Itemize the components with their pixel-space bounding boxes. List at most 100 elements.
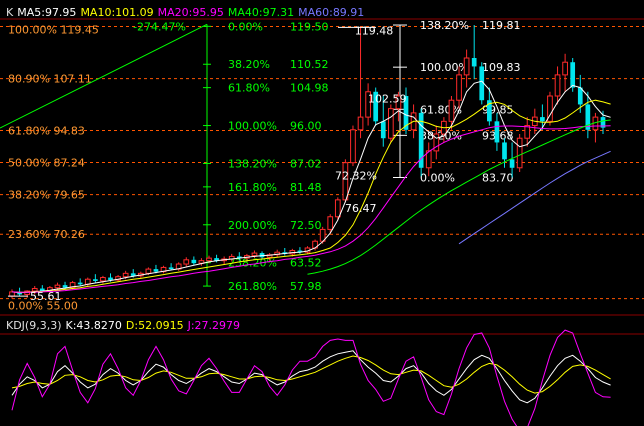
candle bbox=[516, 134, 523, 172]
candle-body bbox=[554, 74, 561, 97]
candle bbox=[282, 248, 288, 256]
stock-chart-window[interactable]: 100.00% 119.45 80.90% 107.11 61.80% 94.83 5… bbox=[0, 0, 644, 426]
candle-body bbox=[327, 216, 334, 230]
legend-item: K bbox=[6, 6, 14, 19]
candle-body bbox=[130, 273, 136, 276]
candle-body bbox=[122, 272, 129, 278]
candle bbox=[350, 125, 356, 167]
fib-percent-label: 100.00% bbox=[228, 120, 277, 133]
candle bbox=[297, 247, 303, 254]
candle bbox=[357, 26, 364, 139]
candle bbox=[547, 91, 553, 126]
candle-body bbox=[494, 121, 500, 143]
candle-body bbox=[350, 129, 356, 164]
candle bbox=[168, 263, 174, 270]
fib-percent-label: 61.80% bbox=[420, 103, 462, 116]
candle-body bbox=[448, 99, 455, 122]
fib-percent-label: 38.20% bbox=[228, 58, 270, 71]
fib-price-label: 87.02 bbox=[290, 157, 322, 170]
legend-item: J:27.2979 bbox=[187, 319, 241, 332]
price-annotation: 72.32% bbox=[335, 169, 377, 182]
candle-body bbox=[540, 117, 545, 122]
candle-body bbox=[387, 108, 394, 139]
candle-body bbox=[77, 282, 83, 285]
candle bbox=[160, 265, 167, 274]
fib-percent-label: 261.80% bbox=[228, 280, 277, 293]
candle bbox=[9, 289, 15, 299]
candle-body bbox=[153, 269, 159, 272]
legend-item: K:43.8270 bbox=[65, 319, 122, 332]
candle-body bbox=[516, 137, 523, 169]
fib-percent-label: 161.80% bbox=[228, 181, 277, 194]
fib-level-label: 50.00% 87.24 bbox=[8, 157, 85, 170]
fib-level-label: 38.20% 79.65 bbox=[8, 189, 85, 202]
price-annotation: 76.47 bbox=[345, 202, 377, 215]
fib-level-label: 23.60% 70.26 bbox=[8, 228, 85, 241]
candle bbox=[183, 257, 190, 267]
candle-body bbox=[108, 277, 113, 281]
candle-body bbox=[191, 259, 197, 264]
candle bbox=[494, 112, 500, 151]
fib-level-label: 100.00% 119.45 bbox=[8, 24, 99, 37]
fib-level-label: 61.80% 94.83 bbox=[8, 124, 85, 137]
legend-item: MA60:89.91 bbox=[298, 6, 365, 19]
candle-body bbox=[471, 58, 477, 67]
fib-angle-label: -274.47% bbox=[133, 20, 186, 33]
candle bbox=[175, 262, 182, 271]
candle bbox=[191, 256, 197, 265]
candle-body bbox=[54, 284, 61, 289]
fib-price-label: 96.00 bbox=[290, 120, 322, 133]
candle-body bbox=[456, 74, 462, 101]
fib-percent-label: 61.80% bbox=[228, 82, 270, 95]
fib-percent-label: 38.20% bbox=[420, 129, 462, 142]
fib-price-label: 109.83 bbox=[482, 61, 521, 74]
candle bbox=[592, 112, 599, 143]
legend-item: MA20:95.95 bbox=[157, 6, 224, 19]
candle bbox=[418, 108, 424, 177]
fib-price-label: 83.70 bbox=[482, 171, 514, 184]
candle bbox=[554, 66, 561, 105]
fib-price-label: 110.52 bbox=[290, 58, 329, 71]
fib-price-label: 81.48 bbox=[290, 181, 322, 194]
price-annotation: 119.48 bbox=[355, 24, 394, 37]
fib-price-label: 57.98 bbox=[290, 280, 322, 293]
candle bbox=[463, 49, 470, 88]
candle-body bbox=[100, 277, 106, 282]
fib-percent-label: 200.00% bbox=[228, 219, 277, 232]
fib-percent-label: 100.00% bbox=[420, 61, 469, 74]
candle bbox=[562, 53, 568, 92]
price-annotation: 102.59 bbox=[368, 93, 407, 106]
candle-body bbox=[509, 159, 515, 168]
fib-percent-label: 138.20% bbox=[420, 19, 469, 32]
candle-body bbox=[463, 57, 470, 76]
candle-body bbox=[570, 62, 576, 88]
fib-level-label: 80.90% 107.11 bbox=[8, 73, 92, 86]
fib-percent-label: 0.00% bbox=[228, 20, 263, 33]
candle-body bbox=[183, 259, 190, 265]
price-annotation: 55.61 bbox=[30, 290, 62, 303]
candle bbox=[24, 290, 31, 298]
candle-body bbox=[168, 267, 174, 270]
candle bbox=[77, 278, 83, 286]
candle-body bbox=[334, 199, 341, 218]
legend-item: D:52.0915 bbox=[125, 319, 184, 332]
candle-body bbox=[206, 257, 212, 262]
legend-item: MA10:101.09 bbox=[80, 6, 154, 19]
candle-body bbox=[92, 279, 98, 281]
fib-price-label: 119.81 bbox=[482, 19, 521, 32]
kdj-indicator-legend: KDJ(9,3,3) K:43.8270 D:52.0915 J:27.2979 bbox=[6, 319, 244, 332]
fib-price-label: 72.50 bbox=[290, 219, 322, 232]
kdj-line-d bbox=[11, 355, 611, 394]
candle-body bbox=[357, 116, 364, 131]
legend-item: MA5:97.95 bbox=[17, 6, 77, 19]
fib-price-label: 104.98 bbox=[290, 82, 329, 95]
fib-percent-label: 0.00% bbox=[420, 171, 455, 184]
ma-line-ma60 bbox=[458, 150, 611, 245]
fib-price-label: 119.50 bbox=[290, 20, 329, 33]
candle bbox=[540, 104, 545, 130]
candle bbox=[387, 104, 394, 143]
candlestick-chart[interactable]: 100.00% 119.45 80.90% 107.11 61.80% 94.83 5… bbox=[0, 0, 644, 426]
candle-body bbox=[380, 121, 386, 139]
legend-item: KDJ(9,3,3) bbox=[6, 319, 62, 332]
candle-body bbox=[502, 142, 507, 160]
